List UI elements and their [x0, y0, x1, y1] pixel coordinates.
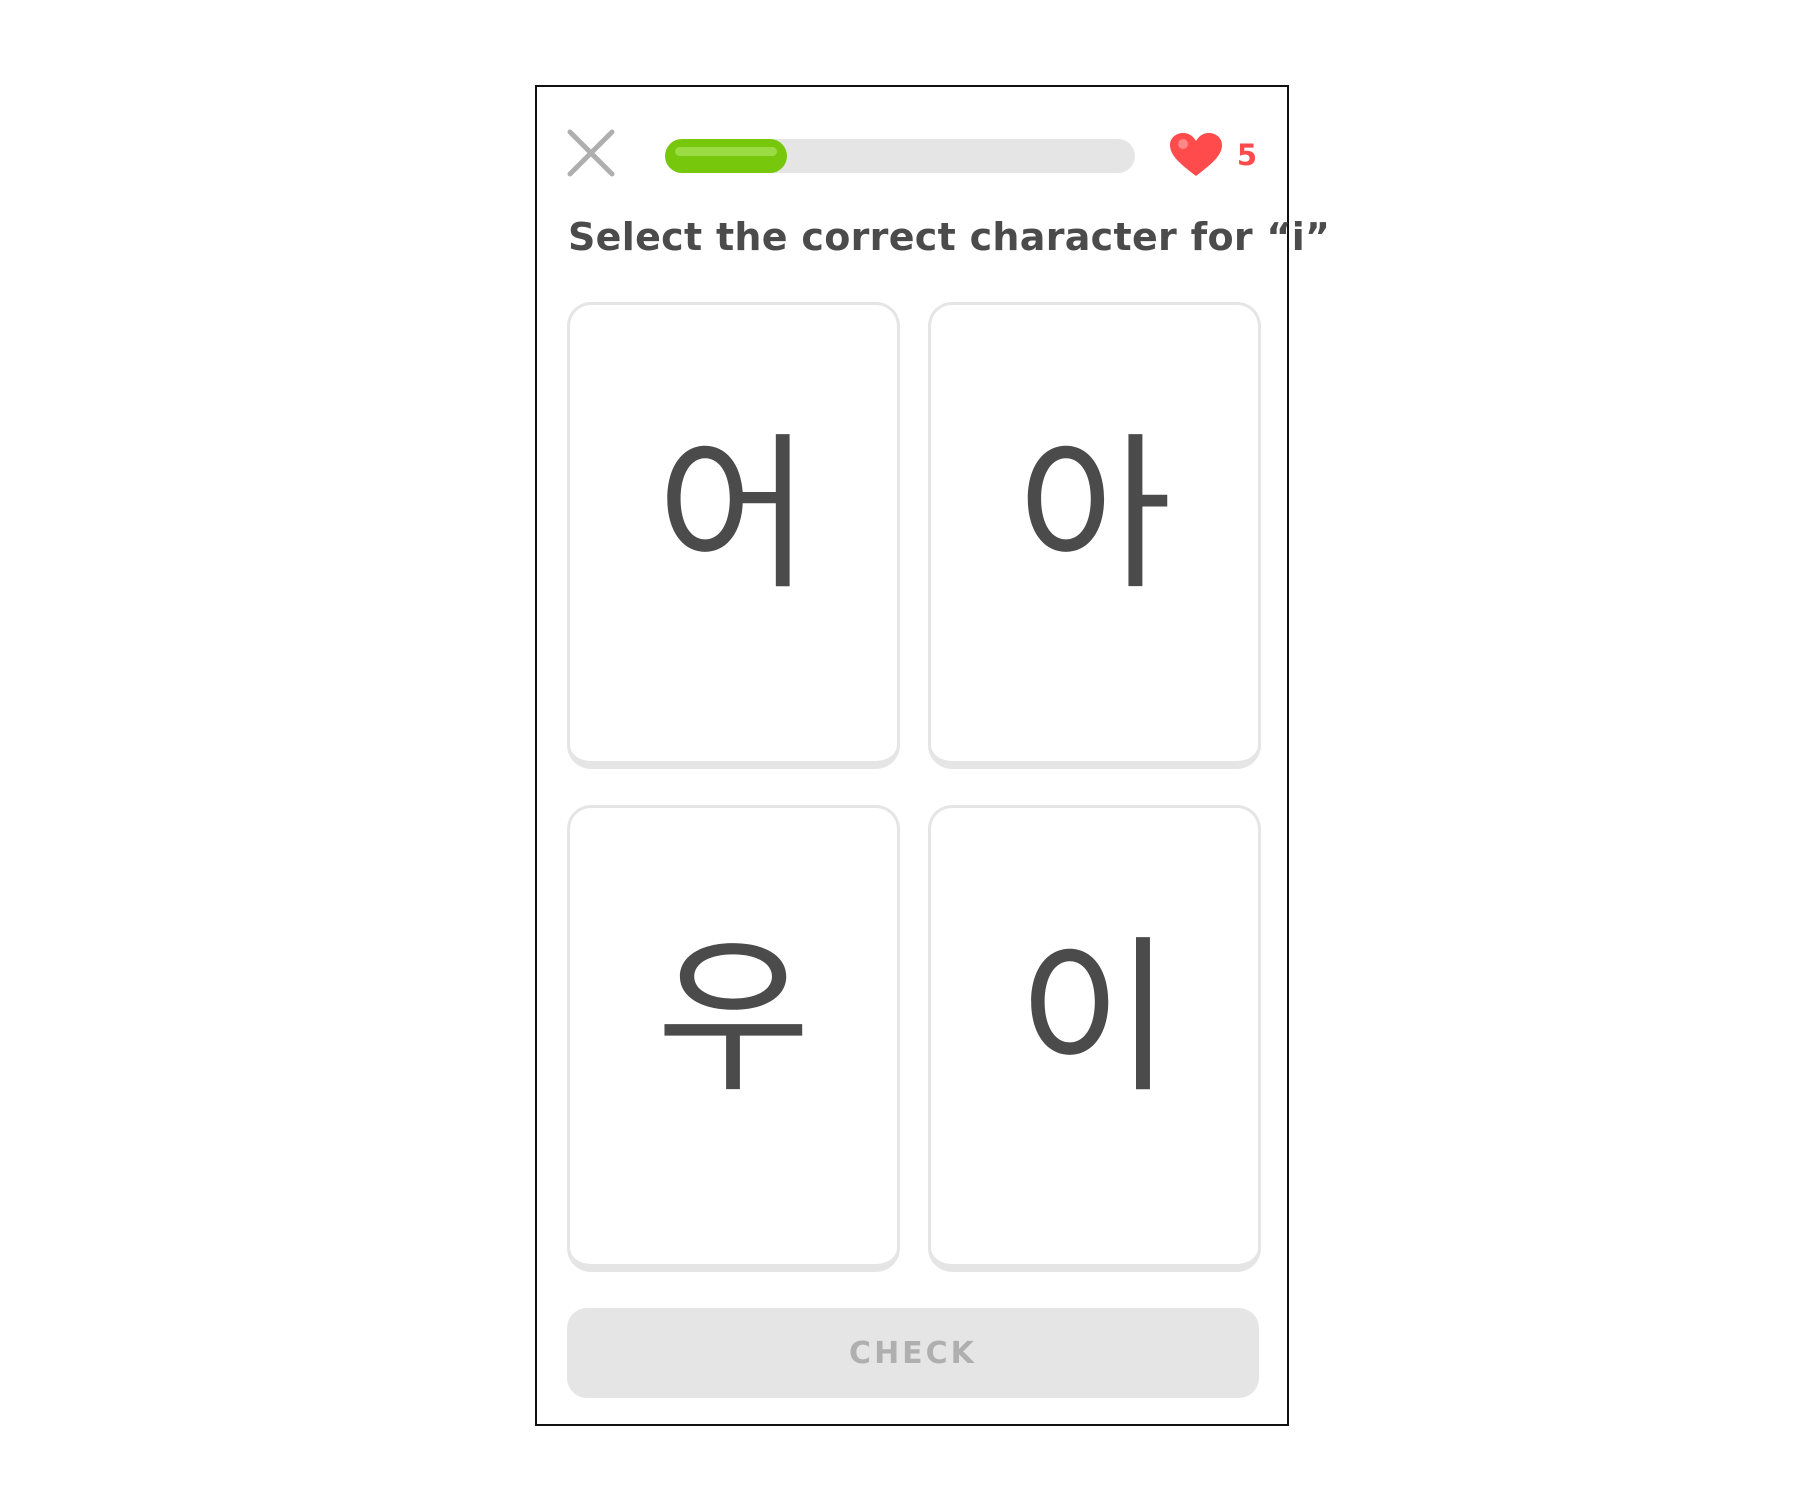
hearts-counter: 5 [1169, 131, 1257, 179]
progress-bar-fill [665, 139, 788, 173]
check-button[interactable]: CHECK [567, 1308, 1259, 1398]
choice-card-1[interactable]: 어 [567, 302, 900, 769]
choice-grid: 어 아 우 이 [567, 302, 1261, 1272]
close-icon [567, 129, 615, 177]
challenge-prompt: Select the correct character for “i” [568, 215, 1331, 259]
choice-character: 아 [1017, 417, 1172, 613]
close-button[interactable] [567, 129, 615, 177]
choice-character: 우 [656, 920, 811, 1116]
choice-character: 이 [1017, 920, 1172, 1116]
hearts-count: 5 [1236, 138, 1257, 172]
progress-bar-highlight [675, 147, 778, 156]
choice-card-4[interactable]: 이 [928, 805, 1261, 1272]
choice-character: 어 [656, 417, 811, 613]
lesson-screen: 5 Select the correct character for “i” 어… [535, 85, 1330, 1426]
choice-card-3[interactable]: 우 [567, 805, 900, 1272]
check-button-label: CHECK [849, 1335, 977, 1371]
heart-icon [1169, 133, 1223, 177]
choice-card-2[interactable]: 아 [928, 302, 1261, 769]
progress-bar [665, 139, 1135, 173]
